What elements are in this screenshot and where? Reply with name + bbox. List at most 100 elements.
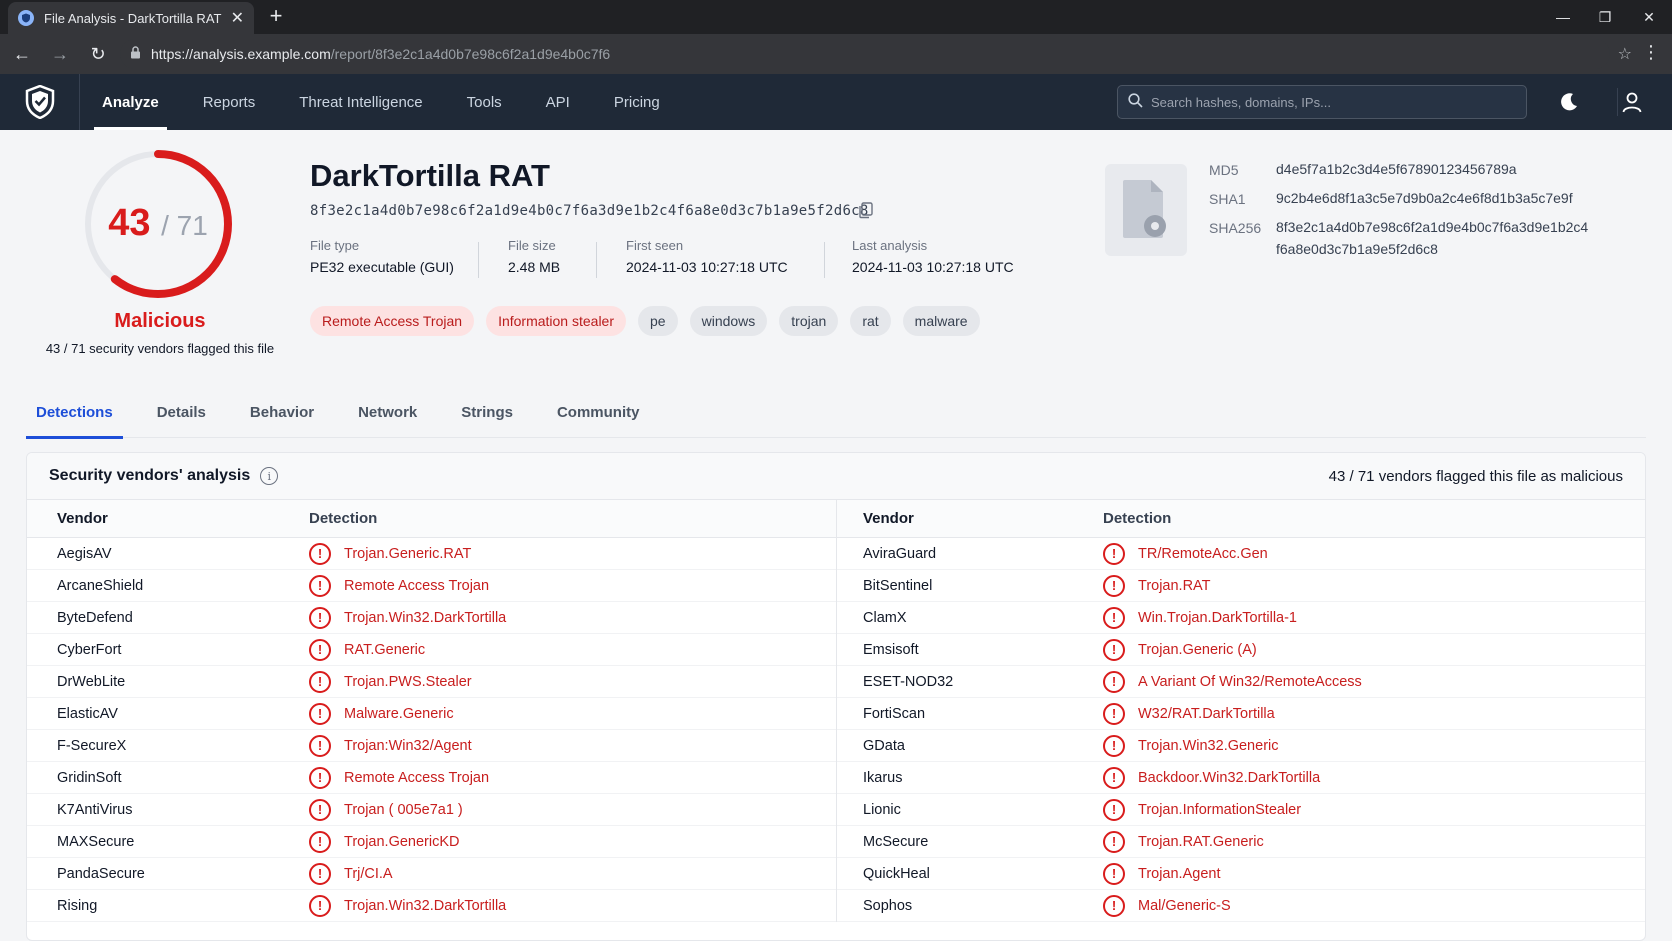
detection-label: Trojan.InformationStealer xyxy=(1138,801,1302,818)
threat-tag[interactable]: Remote Access Trojan xyxy=(310,306,475,336)
search-input[interactable] xyxy=(1151,94,1511,110)
info-icon[interactable]: i xyxy=(260,467,279,485)
table-row: BitSentinel ! Trojan.RAT xyxy=(837,570,1645,602)
alert-circle-icon: ! xyxy=(1103,670,1125,693)
alert-circle-icon: ! xyxy=(309,798,331,821)
address-bar[interactable]: https://analysis.example.com/report/8f3e… xyxy=(120,39,1610,69)
vendor-name: BitSentinel xyxy=(863,577,933,594)
table-row: ClamX! Win.Trojan.DarkTortilla-1 xyxy=(837,602,1645,634)
detection-result: ! Win.Trojan.DarkTortilla-1 xyxy=(1103,606,1297,629)
nav-threat-intelligence[interactable]: Threat Intelligence xyxy=(299,74,422,130)
nav-tools[interactable]: Tools xyxy=(467,74,502,130)
browser-toolbar: ← → ↻ https://analysis.example.com/repor… xyxy=(0,34,1672,74)
back-icon[interactable]: ← xyxy=(6,38,38,70)
table-row: FortiScan! W32/RAT.DarkTortilla xyxy=(837,698,1645,730)
nav-pricing[interactable]: Pricing xyxy=(614,74,660,130)
alert-circle-icon: ! xyxy=(1103,574,1125,597)
detection-label: Mal/Generic-S xyxy=(1138,897,1231,914)
vendor-name: Rising xyxy=(57,897,98,914)
detection-label: W32/RAT.DarkTortilla xyxy=(1138,705,1275,722)
detection-label: Trojan.Win32.DarkTortilla xyxy=(344,609,507,626)
file-tag[interactable]: malware xyxy=(902,306,980,336)
hash-row-sha1: SHA1 9c2b4e6d8f1a3c5e7d9b0a2c4e6f8d1b3a5… xyxy=(1209,190,1616,209)
sha256-value[interactable]: 8f3e2c1a4d0b7e98c6f2a1d9e4b0c7f6a3d9e1b2… xyxy=(1276,216,1616,260)
vendor-name: Lionic xyxy=(863,801,901,818)
alert-circle-icon: ! xyxy=(1103,606,1125,629)
minimize-icon[interactable]: — xyxy=(1540,0,1586,34)
meta-first-seen: First seen 2024-11-03 10:27:18 UTC xyxy=(626,238,788,284)
alert-circle-icon: ! xyxy=(1103,798,1125,821)
vendor-name: CyberFort xyxy=(57,641,122,658)
verdict-label: Malicious xyxy=(114,310,206,332)
vendor-name: Emsisoft xyxy=(863,641,919,658)
table-row: AviraGuard! TR/RemoteAcc.Gen xyxy=(837,538,1645,570)
detection-label: Trojan ( 005e7a1 ) xyxy=(344,801,463,818)
nav-api[interactable]: API xyxy=(546,74,570,130)
dark-mode-moon-icon[interactable] xyxy=(1555,88,1583,116)
md5-value[interactable]: d4e5f7a1b2c3d4e5f67890123456789a xyxy=(1276,158,1616,180)
alert-circle-icon: ! xyxy=(1103,862,1125,885)
threat-tag[interactable]: Information stealer xyxy=(486,306,627,336)
browser-tabstrip: File Analysis - DarkTortilla RAT ✕ + — ❐… xyxy=(0,0,1672,34)
alert-circle-icon: ! xyxy=(309,702,331,725)
detection-label: Trojan.Agent xyxy=(1138,865,1221,882)
global-search[interactable] xyxy=(1117,85,1527,119)
detected-count: 43 xyxy=(108,202,151,244)
file-tag[interactable]: trojan xyxy=(779,306,839,336)
user-account-icon[interactable] xyxy=(1617,88,1645,116)
report-tabs: Detections Details Behavior Network Strings C… xyxy=(26,392,1646,439)
detection-result: ! TR/RemoteAcc.Gen xyxy=(1103,542,1268,565)
lock-icon xyxy=(130,46,141,62)
alert-circle-icon: ! xyxy=(309,606,331,629)
table-row: Rising! Trojan.Win32.DarkTortilla xyxy=(27,890,836,922)
close-tab-icon[interactable]: ✕ xyxy=(231,8,244,28)
nav-reports[interactable]: Reports xyxy=(203,74,256,130)
hash-row-sha256: SHA256 8f3e2c1a4d0b7e98c6f2a1d9e4b0c7f6a… xyxy=(1209,219,1616,260)
tab-detections[interactable]: Detections xyxy=(26,392,123,439)
sha1-value[interactable]: 9c2b4e6d8f1a3c5e7d9b0a2c4e6f8d1b3a5c7e9f xyxy=(1276,187,1616,209)
detection-result: ! Trojan.GenericKD xyxy=(309,830,460,853)
file-tags: Remote Access Trojan Information stealer p… xyxy=(310,306,992,336)
browser-tab[interactable]: File Analysis - DarkTortilla RAT ✕ xyxy=(8,2,254,34)
bookmark-star-icon[interactable]: ☆ xyxy=(1618,44,1632,64)
alert-circle-icon: ! xyxy=(1103,542,1125,565)
hash-key: MD5 xyxy=(1209,162,1239,178)
vendors-panel: Security vendors' analysis i 43 / 71 ven… xyxy=(26,452,1646,941)
reload-icon[interactable]: ↻ xyxy=(82,38,114,70)
file-tag[interactable]: windows xyxy=(689,306,768,336)
alert-circle-icon: ! xyxy=(309,574,331,597)
alert-circle-icon: ! xyxy=(309,830,331,853)
new-tab-button[interactable]: + xyxy=(264,3,288,28)
table-row: CyberFort! RAT.Generic xyxy=(27,634,836,666)
detection-label: Trojan.RAT.Generic xyxy=(1138,833,1264,850)
vendor-header: Vendor xyxy=(57,510,108,527)
detection-result: ! Trojan.InformationStealer xyxy=(1103,798,1302,821)
tab-community[interactable]: Community xyxy=(547,392,650,438)
vendor-header: Vendor xyxy=(863,510,914,527)
detection-result: ! Trojan.RAT xyxy=(1103,574,1211,597)
vendor-name: QuickHeal xyxy=(863,865,930,882)
forward-icon[interactable]: → xyxy=(44,38,76,70)
tab-behavior[interactable]: Behavior xyxy=(240,392,324,438)
nav-analyze[interactable]: Analyze xyxy=(94,74,167,130)
copy-icon[interactable] xyxy=(857,201,875,219)
vendor-name: ESET-NOD32 xyxy=(863,673,954,690)
detection-header: Detection xyxy=(1103,510,1172,527)
hash-list: MD5 d4e5f7a1b2c3d4e5f67890123456789a SHA… xyxy=(1209,161,1616,271)
tab-network[interactable]: Network xyxy=(348,392,427,438)
file-hash[interactable]: 8f3e2c1a4d0b7e98c6f2a1d9e4b0c7f6a3d9e1b2… xyxy=(310,203,869,219)
table-row: K7AntiVirus! Trojan ( 005e7a1 ) xyxy=(27,794,836,826)
shield-logo-icon[interactable] xyxy=(0,74,80,130)
vendor-name: PandaSecure xyxy=(57,865,145,882)
vendors-column-left: Vendor Detection AegisAV! Trojan.Generic.… xyxy=(27,500,836,922)
tab-strings[interactable]: Strings xyxy=(451,392,523,438)
alert-circle-icon: ! xyxy=(1103,830,1125,853)
file-tag[interactable]: rat xyxy=(850,306,891,336)
total-count: / 71 xyxy=(161,210,208,241)
tab-details[interactable]: Details xyxy=(147,392,216,438)
detection-result: ! Trojan.Win32.Generic xyxy=(1103,734,1279,757)
restore-icon[interactable]: ❐ xyxy=(1582,0,1628,34)
file-tag[interactable]: pe xyxy=(638,306,678,336)
browser-menu-icon[interactable]: ⋮ xyxy=(1642,42,1660,63)
close-window-icon[interactable]: ✕ xyxy=(1626,0,1672,34)
